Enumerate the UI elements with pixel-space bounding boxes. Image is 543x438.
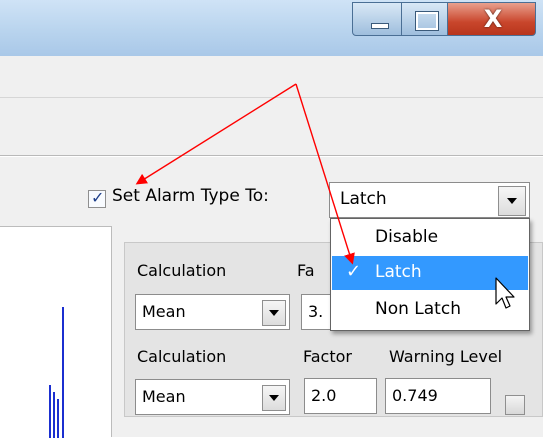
minimize-icon [371,23,389,29]
option-label: Disable [375,227,439,247]
menu-band [0,56,543,98]
factor-input[interactable]: 2.0 [304,378,377,414]
checkmark-icon: ✓ [346,261,362,282]
close-button[interactable]: X [448,2,536,36]
maximize-button[interactable] [402,2,448,36]
warning-level-checkbox[interactable] [505,395,525,415]
option-latch[interactable]: ✓ Latch [332,256,528,290]
chevron-down-icon [269,310,279,316]
calculation-label: Calculation [137,261,227,280]
chart-spike [57,399,59,438]
minimize-button[interactable] [352,2,402,36]
maximize-icon [415,11,439,31]
calculation-value: Mean [142,302,186,321]
close-icon: X [483,5,503,33]
option-label: Latch [375,262,422,282]
set-alarm-type-checkbox[interactable]: ✓ [88,188,106,208]
chart-spike [62,307,64,438]
chart-spike [49,385,51,438]
chart-spike [53,392,55,438]
option-label: Non Latch [375,299,461,319]
calculation-combobox[interactable]: Mean [135,294,290,330]
alarm-type-value: Latch [340,189,387,209]
factor-value: 3. [308,302,324,321]
factor-label: Fa [297,261,315,280]
warning-level-label: Warning Level [389,347,503,366]
chart-area [0,226,112,438]
chevron-down-icon [507,198,517,204]
chevron-down-icon [269,395,279,401]
calculation-dropdown-button[interactable] [262,385,286,411]
warning-level-value: 0.749 [392,386,438,405]
calculation-dropdown-button[interactable] [262,300,286,326]
checkmark-icon: ✓ [91,188,105,207]
option-non-latch[interactable]: Non Latch [332,293,528,327]
calculation-value: Mean [142,387,186,406]
alarm-type-combobox[interactable]: Latch [329,182,530,218]
calculation-combobox[interactable]: Mean [135,379,290,415]
factor-label: Factor [303,347,352,366]
warning-level-input[interactable]: 0.749 [385,378,491,414]
calculation-label: Calculation [137,347,227,366]
set-alarm-type-label: Set Alarm Type To: [112,186,269,206]
toolbar-band [0,98,543,156]
factor-value: 2.0 [311,386,337,405]
alarm-type-dropdown-list: Disable ✓ Latch Non Latch [330,218,530,331]
option-disable[interactable]: Disable [332,221,528,255]
alarm-type-dropdown-button[interactable] [498,186,526,216]
